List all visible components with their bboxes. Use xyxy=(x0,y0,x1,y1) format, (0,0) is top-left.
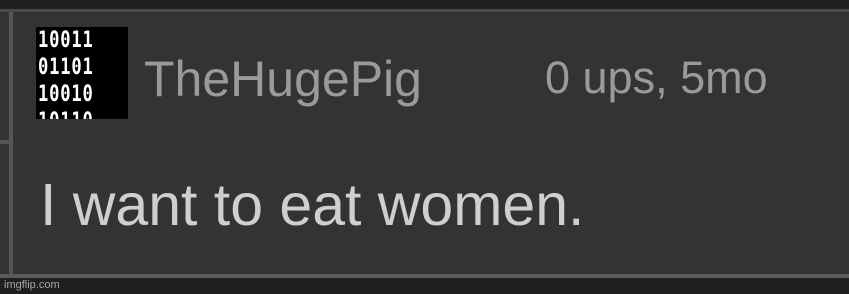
avatar-binary-row: 10110 xyxy=(38,108,94,119)
bottom-divider xyxy=(0,274,849,278)
avatar-binary-row: 01101 xyxy=(38,55,94,80)
top-divider xyxy=(0,9,849,12)
comment-text: I want to eat women. xyxy=(40,172,585,238)
avatar-binary-row: 10010 xyxy=(38,82,94,107)
screenshot-frame: 10011 01101 10010 10110 TheHugePig 0 ups… xyxy=(0,0,849,294)
watermark: imgflip.com xyxy=(4,279,60,291)
avatar-binary-row: 10011 xyxy=(38,28,94,53)
thread-connector xyxy=(0,140,9,144)
comment-username[interactable]: TheHugePig xyxy=(144,50,422,108)
avatar[interactable]: 10011 01101 10010 10110 xyxy=(36,27,128,119)
comment-meta: 0 ups, 5mo xyxy=(545,52,768,103)
thread-line xyxy=(9,12,13,274)
